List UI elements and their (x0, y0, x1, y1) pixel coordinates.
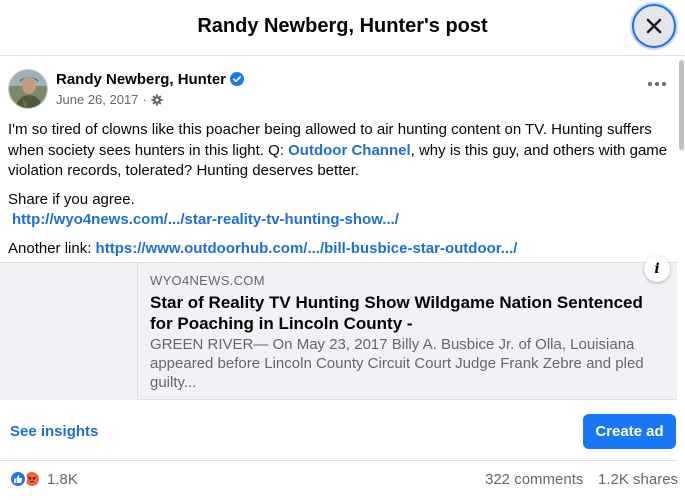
see-insights-link[interactable]: See insights (10, 423, 98, 440)
close-button[interactable] (632, 4, 676, 48)
like-icon (9, 470, 27, 488)
divider (0, 460, 677, 461)
info-icon[interactable]: i (644, 256, 670, 282)
link-preview-description: GREEN RIVER— On May 23, 2017 Billy A. Bu… (150, 336, 644, 391)
shares-count[interactable]: 1.2K shares (598, 471, 678, 488)
post-meta: June 26, 2017 · (56, 92, 163, 107)
post-body: I'm so tired of clowns like this poacher… (8, 120, 668, 259)
dialog-header: Randy Newberg, Hunter's post (0, 0, 685, 56)
close-icon (646, 18, 662, 34)
link-preview-title[interactable]: Star of Reality TV Hunting Show Wildgame… (150, 292, 665, 334)
link-wyo4news[interactable]: http://wyo4news.com/.../star-reality-tv-… (12, 211, 399, 228)
reactions-summary[interactable]: 1.8K (9, 470, 78, 488)
dialog-title: Randy Newberg, Hunter's post (197, 15, 488, 37)
reaction-count: 1.8K (47, 470, 78, 488)
another-link-label: Another link: (8, 239, 96, 257)
meta-separator: · (142, 92, 147, 107)
link-outdoorhub[interactable]: https://www.outdoorhub.com/.../bill-busb… (96, 240, 518, 257)
verified-icon (230, 72, 244, 86)
outdoor-channel-mention[interactable]: Outdoor Channel (288, 142, 411, 159)
post-date[interactable]: June 26, 2017 (56, 92, 138, 107)
link-preview-domain: WYO4NEWS.COM (150, 273, 265, 288)
link-preview-thumbnail[interactable] (0, 263, 138, 400)
settings-gear-icon (151, 94, 163, 105)
create-ad-button[interactable]: Create ad (583, 414, 676, 449)
more-options-icon[interactable] (645, 78, 669, 90)
author-avatar[interactable] (8, 69, 48, 109)
link-preview-card[interactable]: WYO4NEWS.COM Star of Reality TV Hunting … (0, 262, 677, 400)
share-text: Share if you agree. (8, 190, 135, 208)
post-paragraph: I'm so tired of clowns like this poacher… (8, 120, 668, 182)
author-name[interactable]: Randy Newberg, Hunter (56, 71, 226, 88)
comments-count[interactable]: 322 comments (485, 471, 583, 488)
scrollbar-thumb[interactable] (679, 60, 684, 150)
